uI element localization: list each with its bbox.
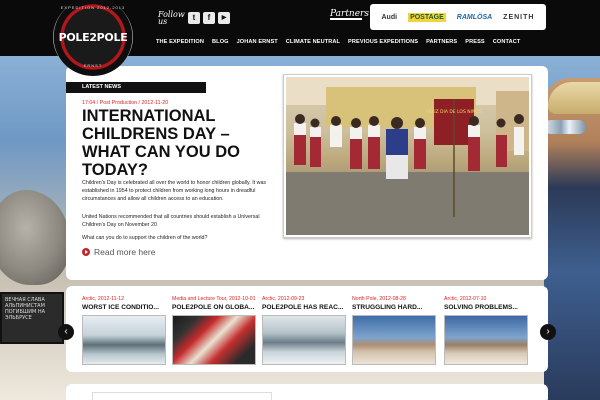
background-explorer-hair [548, 82, 600, 114]
recent-post-thumbnail[interactable] [444, 315, 528, 365]
read-more-link[interactable]: Read more here [82, 247, 155, 257]
logo-text: POLE2POLE [58, 30, 128, 44]
partners-logos: Audi POSTAGE RAMLÖSA ZENITH [370, 4, 546, 30]
recent-post-title[interactable]: WORST ICE CONDITIO... [82, 304, 168, 311]
recent-post-item[interactable]: Arctic, 2012-09-23 POLE2POLE HAS REAC... [262, 296, 348, 365]
recent-post-thumbnail[interactable] [82, 315, 166, 365]
recent-post-meta: North Pole, 2012-08-28 [352, 296, 406, 302]
banner-text: FELIZ DIA DE LOS NIÑOS [426, 108, 482, 115]
background-rock [0, 190, 70, 285]
featured-photo[interactable]: FELIZ DIA DE LOS NIÑOS [283, 74, 532, 238]
recent-post-item[interactable]: Arctic, 2012-11-12 WORST ICE CONDITIO... [82, 296, 168, 365]
next-arrow-icon[interactable]: › [540, 324, 556, 340]
recent-post-item[interactable]: North Pole, 2012-08-28 STRUGGLING HARD..… [352, 296, 438, 365]
facebook-icon[interactable]: f [203, 12, 215, 24]
recent-post-thumbnail[interactable] [172, 315, 256, 365]
partner-ramlosa-logo[interactable]: RAMLÖSA [457, 14, 492, 21]
twitter-icon[interactable]: t [188, 12, 200, 24]
nav-blog[interactable]: BLOG [208, 39, 233, 45]
site-header: EXPEDITION 2012-2013 POLE2POLE ERNST Fol… [0, 0, 600, 76]
background-memorial-sign: ВЕЧНАЯ СЛАВА АЛЬПИНИСТАМ ПОГИБШИМ НА ЭЛЬ… [0, 292, 64, 344]
follow-us-label: Follow us [158, 10, 185, 26]
post-paragraph: Children's Day is celebrated all over th… [82, 180, 267, 202]
youtube-icon[interactable]: ▶ [218, 12, 230, 24]
partner-audi-logo[interactable]: Audi [382, 14, 398, 21]
recent-post-title[interactable]: POLE2POLE HAS REAC... [262, 304, 348, 311]
play-circle-icon [82, 248, 90, 256]
recent-post-meta: Arctic, 2012-11-12 [82, 296, 125, 302]
recent-post-meta: Arctic, 2012-09-23 [262, 296, 305, 302]
photo-scene: FELIZ DIA DE LOS NIÑOS [286, 77, 529, 235]
nav-previous-expeditions[interactable]: PREVIOUS EXPEDITIONS [344, 39, 422, 45]
nav-press[interactable]: PRESS [461, 39, 488, 45]
prev-arrow-icon[interactable]: ‹ [58, 324, 74, 340]
content-card-inner-box [92, 392, 272, 400]
recent-post-meta: Media and Lecture Tour, 2012-10-01 [172, 296, 256, 302]
post-title[interactable]: INTERNATIONAL CHILDRENS DAY – WHAT CAN Y… [82, 107, 272, 179]
background-explorer-sunglasses [544, 120, 586, 134]
nav-partners[interactable]: PARTNERS [422, 39, 461, 45]
post-meta: 17:04 / Post Production / 2012-11-20 [82, 100, 169, 106]
latest-news-label: LATEST NEWS [66, 82, 206, 93]
nav-johan-ernst[interactable]: JOHAN ERNST [233, 39, 282, 45]
logo-ring-bottom-text: ERNST [83, 63, 103, 68]
logo-ring-top-text: EXPEDITION 2012-2013 [60, 5, 126, 10]
nav-contact[interactable]: CONTACT [489, 39, 525, 45]
recent-post-thumbnail[interactable] [352, 315, 436, 365]
partner-postage-logo[interactable]: POSTAGE [408, 12, 446, 22]
partner-zenith-logo[interactable]: ZENITH [503, 14, 534, 21]
post-paragraph: United Nations recommended that all coun… [82, 214, 260, 228]
read-more-label: Read more here [94, 247, 156, 257]
nav-the-expedition[interactable]: THE EXPEDITION [152, 39, 208, 45]
recent-post-title[interactable]: STRUGGLING HARD... [352, 304, 438, 311]
children-group-photo: FELIZ DIA DE LOS NIÑOS [286, 77, 529, 235]
partners-arrow-icon [330, 18, 362, 20]
memorial-sign-text: ВЕЧНАЯ СЛАВА АЛЬПИНИСТАМ ПОГИБШИМ НА ЭЛЬ… [5, 297, 46, 321]
post-paragraph: What can you do to support the children … [82, 235, 208, 241]
recent-post-title[interactable]: SOLVING PROBLEMS... [444, 304, 530, 311]
main-navigation: THE EXPEDITION BLOG JOHAN ERNST CLIMATE … [152, 39, 524, 45]
nav-climate-neutral[interactable]: CLIMATE NEUTRAL [282, 39, 344, 45]
recent-post-thumbnail[interactable] [262, 315, 346, 365]
pole2pole-logo[interactable]: EXPEDITION 2012-2013 POLE2POLE ERNST [53, 0, 133, 76]
recent-post-item[interactable]: Arctic, 2012-07-10 SOLVING PROBLEMS... [444, 296, 530, 365]
recent-post-meta: Arctic, 2012-07-10 [444, 296, 487, 302]
recent-post-title[interactable]: POLE2POLE ON GLOBA... [172, 304, 258, 311]
recent-post-item[interactable]: Media and Lecture Tour, 2012-10-01 POLE2… [172, 296, 258, 365]
